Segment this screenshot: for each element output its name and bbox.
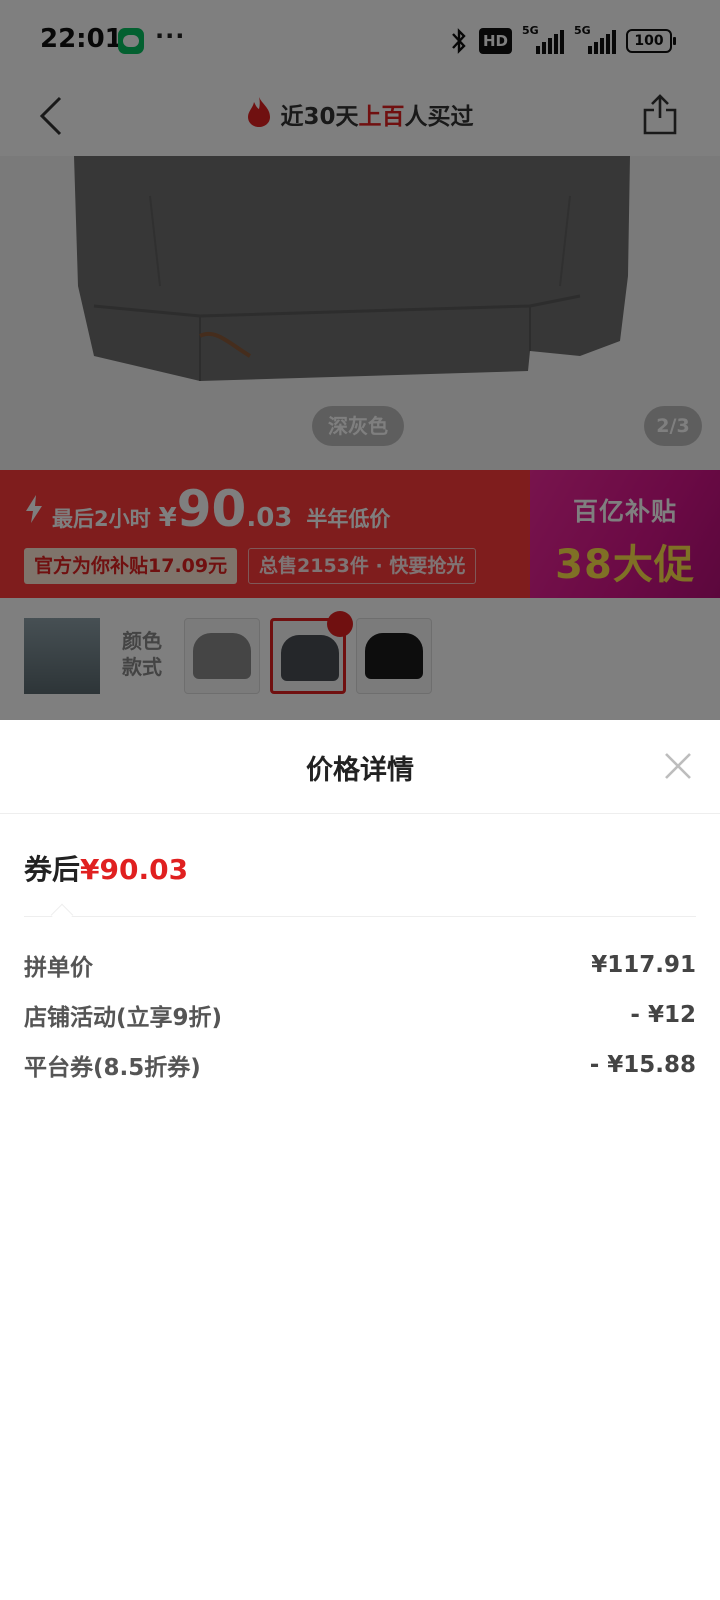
final-price-label: 券后 — [24, 853, 81, 886]
list-item: 店铺活动(立享9折) - ¥12 — [24, 990, 696, 1040]
breakdown-value: - ¥15.88 — [589, 1052, 696, 1078]
final-price-row: 券后¥90.03 — [24, 848, 188, 888]
breakdown-label: 拼单价 — [24, 955, 93, 981]
divider — [24, 916, 696, 917]
product-page: 22:01 ··· HD 5G 5G 100 近30天上百人买过 — [0, 0, 720, 720]
divider-pointer — [50, 903, 74, 927]
final-price-value: ¥90.03 — [80, 853, 189, 886]
close-icon[interactable] — [660, 748, 696, 784]
breakdown-value: ¥117.91 — [591, 952, 696, 978]
sheet-title: 价格详情 — [306, 755, 414, 786]
price-detail-sheet: 价格详情 券后¥90.03 拼单价 ¥117.91 店铺活动(立享9折) - ¥… — [0, 720, 720, 1600]
price-breakdown-list: 拼单价 ¥117.91 店铺活动(立享9折) - ¥12 平台券(8.5折券) … — [24, 940, 696, 1090]
modal-overlay[interactable] — [0, 0, 720, 720]
list-item: 平台券(8.5折券) - ¥15.88 — [24, 1040, 696, 1090]
breakdown-label: 店铺活动(立享9折) — [24, 1005, 223, 1031]
list-item: 拼单价 ¥117.91 — [24, 940, 696, 990]
breakdown-value: - ¥12 — [630, 1002, 696, 1028]
sheet-header: 价格详情 — [0, 720, 720, 814]
breakdown-label: 平台券(8.5折券) — [24, 1055, 201, 1081]
